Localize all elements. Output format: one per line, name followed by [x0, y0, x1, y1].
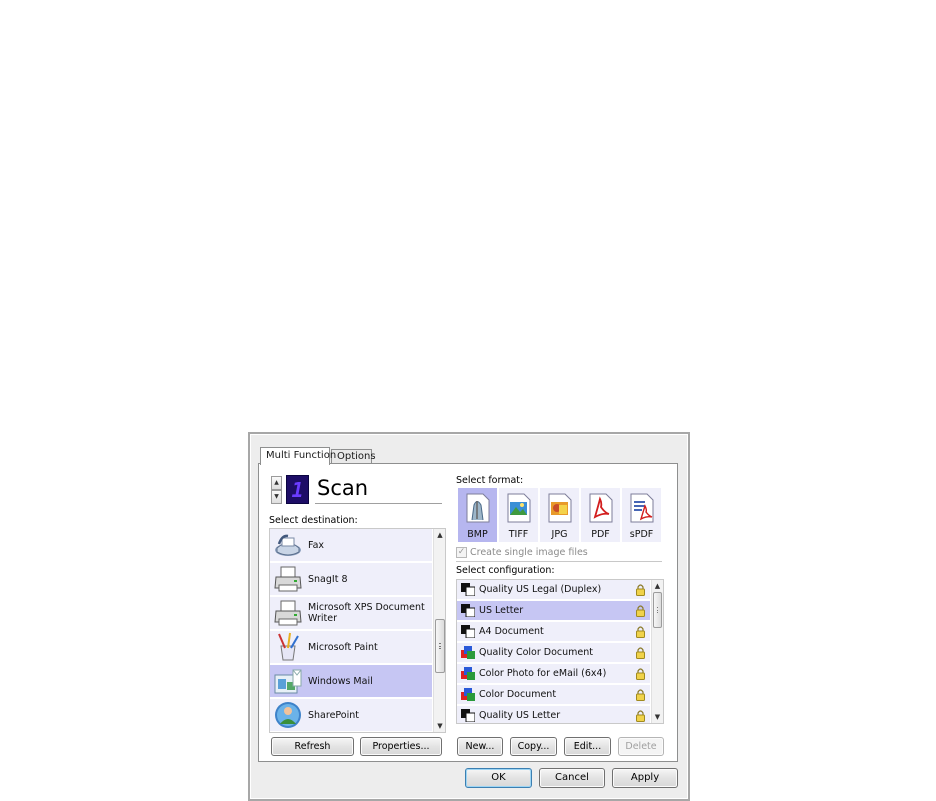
- pdf-file-icon: [587, 493, 614, 523]
- scroll-thumb[interactable]: [653, 592, 662, 628]
- tab-multi-function[interactable]: Multi Function: [260, 447, 336, 465]
- configuration-scrollbar[interactable]: ▲ ▼: [651, 580, 663, 723]
- configuration-label: Quality US Legal (Duplex): [479, 584, 602, 595]
- destination-label: Microsoft XPS Document Writer: [308, 602, 425, 624]
- format-divider: [456, 561, 662, 562]
- format-label: PDF: [591, 529, 610, 540]
- destination-item-snagit[interactable]: SnagIt 8: [270, 563, 432, 596]
- format-spdf[interactable]: sPDF: [622, 488, 661, 542]
- scroll-down-arrow[interactable]: ▼: [652, 711, 663, 723]
- function-number-display: 1: [286, 475, 309, 504]
- destination-item-windows-mail[interactable]: Windows Mail: [270, 665, 432, 698]
- destination-item-xps-writer[interactable]: Microsoft XPS Document Writer: [270, 597, 432, 630]
- lock-icon: [636, 583, 645, 596]
- destination-label: Windows Mail: [308, 675, 373, 687]
- printer-icon: [273, 598, 303, 628]
- new-configuration-button[interactable]: New...: [457, 737, 503, 756]
- printer-icon: [273, 564, 303, 594]
- scroll-up-arrow[interactable]: ▲: [434, 529, 445, 541]
- format-tiff[interactable]: TIFF: [499, 488, 538, 542]
- format-pdf[interactable]: PDF: [581, 488, 620, 542]
- paint-icon: [273, 632, 303, 662]
- windows-mail-icon: [273, 666, 303, 696]
- cancel-button[interactable]: Cancel: [539, 768, 605, 788]
- bw-config-icon: [461, 604, 476, 618]
- select-configuration-label: Select configuration:: [456, 565, 555, 576]
- destination-label: Microsoft Paint: [308, 641, 378, 653]
- function-underline: [315, 503, 442, 504]
- destination-label: Fax: [308, 539, 325, 551]
- scroll-thumb[interactable]: [435, 619, 445, 673]
- lock-icon: [636, 625, 645, 638]
- jpg-file-icon: [546, 493, 573, 523]
- single-image-checkbox[interactable]: ✓: [456, 547, 467, 558]
- destination-list[interactable]: Fax SnagIt 8 Microsoft XPS Document Writ…: [269, 528, 446, 733]
- format-label: JPG: [551, 529, 568, 540]
- destination-label: SnagIt 8: [308, 573, 348, 585]
- sharepoint-icon: [273, 700, 303, 730]
- configuration-label: Quality Color Document: [479, 647, 594, 658]
- color-config-icon: [461, 688, 475, 701]
- bmp-file-icon: [464, 493, 491, 523]
- lock-icon: [636, 604, 645, 617]
- configuration-item[interactable]: Color Document: [457, 685, 650, 705]
- color-config-icon: [461, 646, 475, 659]
- bw-config-icon: [461, 709, 476, 723]
- select-destination-label: Select destination:: [269, 515, 358, 526]
- single-image-label: Create single image files: [470, 547, 588, 558]
- format-label: sPDF: [629, 529, 654, 540]
- tiff-file-icon: [505, 493, 532, 523]
- spdf-file-icon: [628, 493, 655, 523]
- destination-label: SharePoint: [308, 709, 360, 721]
- function-name: Scan: [317, 476, 369, 500]
- destination-item-paint[interactable]: Microsoft Paint: [270, 631, 432, 664]
- scroll-down-arrow[interactable]: ▼: [434, 720, 445, 732]
- bw-config-icon: [461, 625, 476, 639]
- lock-icon: [636, 688, 645, 701]
- format-jpg[interactable]: JPG: [540, 488, 579, 542]
- lock-icon: [636, 667, 645, 680]
- bw-config-icon: [461, 583, 476, 597]
- color-config-icon: [461, 667, 475, 680]
- destination-item-fax[interactable]: Fax: [270, 529, 432, 562]
- refresh-button[interactable]: Refresh: [271, 737, 354, 756]
- apply-button[interactable]: Apply: [612, 768, 678, 788]
- configuration-label: A4 Document: [479, 626, 544, 637]
- configuration-item[interactable]: Quality Color Document: [457, 643, 650, 663]
- configuration-list[interactable]: Quality US Legal (Duplex) US Letter A4 D…: [456, 579, 664, 724]
- edit-configuration-button[interactable]: Edit...: [564, 737, 611, 756]
- configuration-item[interactable]: Quality US Letter: [457, 706, 650, 723]
- tab-options[interactable]: Options: [331, 449, 376, 464]
- destination-scrollbar[interactable]: ▲ ▼: [433, 529, 445, 732]
- spin-up-button[interactable]: ▲: [271, 476, 282, 490]
- configuration-label: US Letter: [479, 605, 524, 616]
- configuration-item[interactable]: Quality US Legal (Duplex): [457, 580, 650, 600]
- ok-button[interactable]: OK: [465, 768, 532, 788]
- select-format-label: Select format:: [456, 475, 524, 486]
- copy-configuration-button[interactable]: Copy...: [510, 737, 557, 756]
- properties-button[interactable]: Properties...: [360, 737, 442, 756]
- configuration-label: Color Document: [479, 689, 557, 700]
- format-label: TIFF: [508, 529, 529, 540]
- configuration-item[interactable]: Color Photo for eMail (6x4): [457, 664, 650, 684]
- delete-configuration-button[interactable]: Delete: [618, 737, 664, 756]
- configuration-label: Quality US Letter: [479, 710, 561, 721]
- format-bmp[interactable]: BMP: [458, 488, 497, 542]
- lock-icon: [636, 709, 645, 722]
- configuration-item[interactable]: A4 Document: [457, 622, 650, 642]
- fax-icon: [273, 530, 303, 560]
- destination-item-sharepoint[interactable]: SharePoint: [270, 699, 432, 732]
- format-label: BMP: [467, 529, 488, 540]
- spin-down-button[interactable]: ▼: [271, 490, 282, 504]
- lock-icon: [636, 646, 645, 659]
- tab-label: Multi Function: [266, 450, 337, 461]
- configuration-label: Color Photo for eMail (6x4): [479, 668, 607, 679]
- configuration-item[interactable]: US Letter: [457, 601, 650, 621]
- tab-label: Options: [337, 451, 376, 462]
- scroll-up-arrow[interactable]: ▲: [652, 580, 663, 592]
